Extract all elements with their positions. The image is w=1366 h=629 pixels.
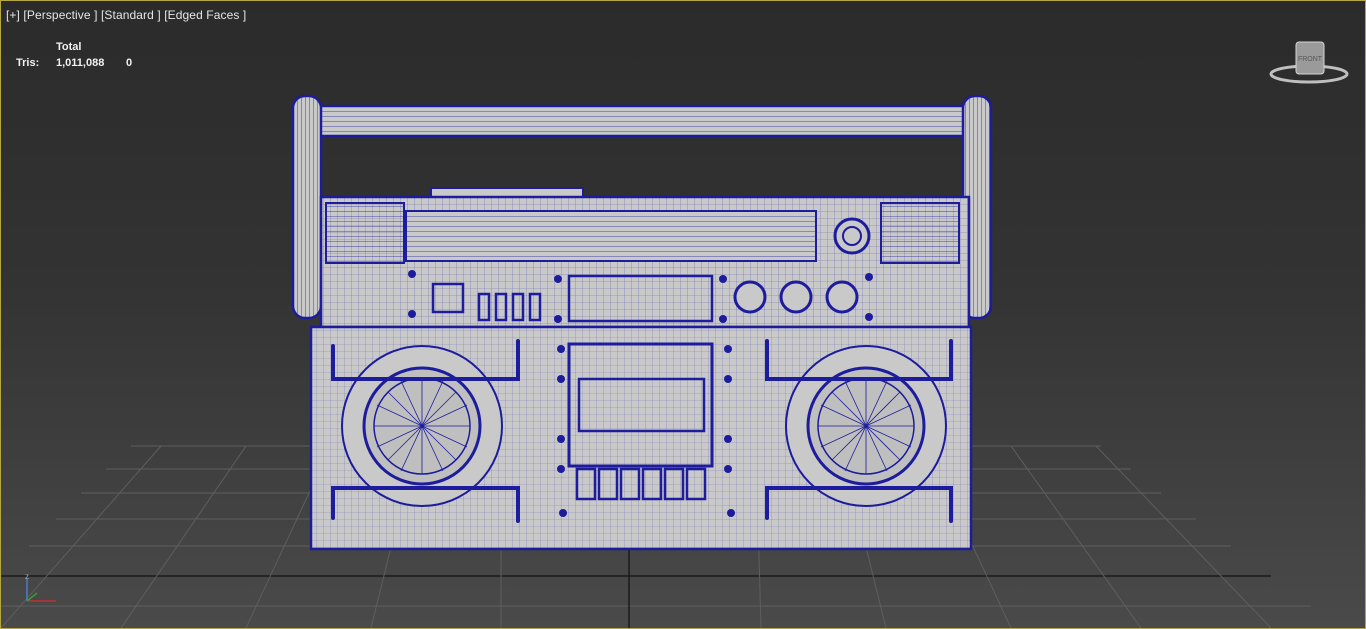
stats-tris-label: Tris: xyxy=(16,57,40,69)
speaker-left xyxy=(341,345,503,507)
viewport-shading-menu[interactable]: [Standard ] xyxy=(101,8,161,22)
speaker-right xyxy=(785,345,947,507)
statistics-overlay: Total Tris: 1,011,088 0 xyxy=(16,39,146,71)
stats-tris-selected: 0 xyxy=(126,57,133,69)
viewport-scene: FRONT z xyxy=(1,41,1349,628)
stats-tris-total: 1,011,088 xyxy=(56,57,105,69)
perspective-viewport[interactable]: FRONT z [+] [Perspective ] [Standard ] [… xyxy=(0,0,1366,629)
viewport-label-menu: [+] [Perspective ] [Standard ] [Edged Fa… xyxy=(6,8,246,22)
stats-header-total: Total xyxy=(56,41,82,53)
axis-z-label: z xyxy=(25,572,29,581)
viewport-view-menu[interactable]: [Perspective ] xyxy=(23,8,97,22)
viewport-edged-faces-menu[interactable]: [Edged Faces ] xyxy=(164,8,246,22)
boombox-model xyxy=(291,94,993,551)
viewport-plus-menu[interactable]: [+] xyxy=(6,8,20,22)
viewcube-face-label: FRONT xyxy=(1298,56,1323,63)
viewcube: FRONT xyxy=(1269,41,1349,84)
